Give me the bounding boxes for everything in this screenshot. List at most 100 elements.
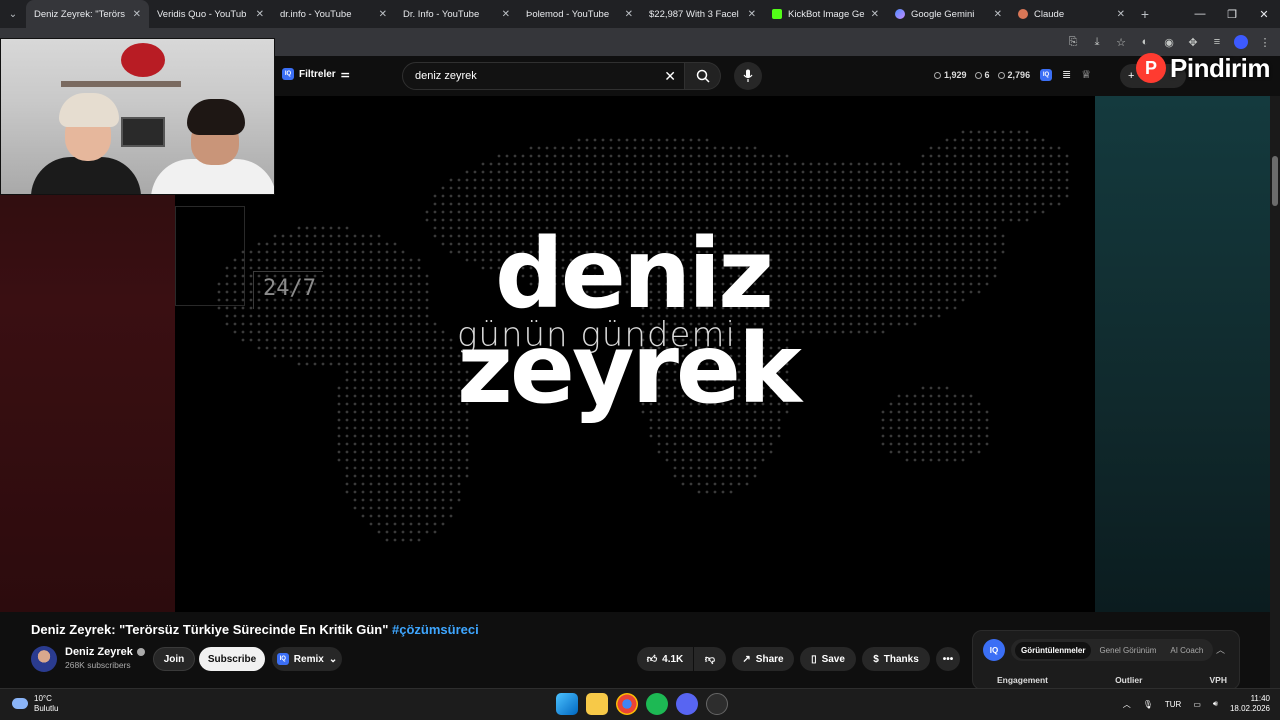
close-icon[interactable]: ✕	[748, 9, 756, 20]
body	[31, 157, 141, 194]
profile-avatar[interactable]	[1234, 35, 1248, 49]
close-icon[interactable]: ✕	[994, 9, 1002, 20]
extension-iq-icon[interactable]: ◉	[1162, 36, 1176, 49]
hashtag-link[interactable]: #çözümsüreci	[392, 622, 479, 637]
panel-columns: Engagement Outlier VPH	[997, 675, 1227, 685]
logo-word-deniz: deniz	[495, 218, 774, 330]
discord-icon[interactable]	[676, 693, 698, 715]
more-actions-button[interactable]: •••	[936, 647, 960, 671]
chevron-up-icon[interactable]: ︿	[1216, 643, 1225, 656]
voice-search-button[interactable]	[734, 62, 762, 90]
eye-icon	[997, 71, 1005, 79]
tab-views[interactable]: Görüntülenmeler	[1015, 641, 1092, 659]
translate-icon[interactable]: ⎘	[1066, 36, 1080, 49]
display-icon[interactable]: ▭	[1193, 700, 1201, 709]
close-icon[interactable]: ✕	[133, 9, 141, 20]
chrome-icon[interactable]	[616, 693, 638, 715]
column-engagement: Engagement	[997, 675, 1049, 685]
start-icon[interactable]	[556, 693, 578, 715]
microphone-icon[interactable]: 🎙︎	[1143, 700, 1153, 709]
windows-taskbar: 10°C Bulutlu ︿ 🎙︎ TUR ▭ 🔊︎ 11:40 18.02.2…	[0, 688, 1280, 720]
streamer-right	[151, 99, 274, 194]
menu-icon[interactable]: ⋮	[1258, 36, 1272, 49]
weather-widget[interactable]: 10°C Bulutlu	[12, 694, 58, 713]
masthead-right: IQ ≣ ♕	[1040, 68, 1091, 81]
tab[interactable]: Dr. Info - YouTube ✕	[395, 0, 518, 28]
hair	[187, 99, 245, 135]
tab[interactable]: $22,987 With 3 Facel ✕	[641, 0, 764, 28]
window-controls: — ❐ ✕	[1184, 0, 1280, 28]
channel-logo: deniz zeyrek günün gündemi	[455, 226, 835, 456]
close-icon[interactable]: ✕	[1117, 9, 1125, 20]
close-icon[interactable]: ✕	[256, 9, 264, 20]
restore-icon[interactable]: ❐	[1216, 0, 1248, 28]
tab-active[interactable]: Deniz Zeyrek: "Terörs ✕	[26, 0, 149, 28]
search-input[interactable]: deniz zeyrek ✕	[402, 62, 685, 90]
search-icon	[696, 69, 710, 83]
channel-name[interactable]: Deniz Zeyrek	[65, 646, 145, 658]
chevron-up-icon[interactable]: ︿	[1123, 699, 1131, 710]
decoration-frame	[175, 206, 245, 306]
install-icon[interactable]: ⤓	[1090, 36, 1104, 49]
channel-avatar[interactable]	[31, 646, 57, 672]
subscriber-count: 268K subscribers	[65, 660, 131, 670]
join-button[interactable]: Join	[153, 647, 195, 671]
volume-icon[interactable]: 🔊︎	[1213, 699, 1218, 709]
tab[interactable]: KickBot Image Gener ✕	[764, 0, 887, 28]
close-icon[interactable]: ✕	[502, 9, 510, 20]
thanks-button[interactable]: $ Thanks	[862, 647, 930, 671]
weather-condition: Bulutlu	[34, 703, 59, 713]
video-player[interactable]: 24/7 deniz zeyrek günün gündemi	[175, 96, 1095, 612]
tab[interactable]: dr.info - YouTube ✕	[272, 0, 395, 28]
tab[interactable]: Claude ✕	[1010, 0, 1133, 28]
extension-icon[interactable]: ◐	[1138, 36, 1152, 48]
iq-icon[interactable]: IQ	[1040, 68, 1052, 81]
list-icon[interactable]: ≣	[1062, 68, 1071, 81]
iq-logo-icon: IQ	[983, 639, 1005, 661]
remix-button[interactable]: IQ Remix ⌄	[272, 647, 342, 671]
close-icon[interactable]: ✕	[871, 9, 879, 20]
tab-search-icon[interactable]: ⌄	[0, 0, 26, 28]
filters-button[interactable]: IQ Filtreler ⚌	[282, 68, 350, 80]
stat-value: 1,929	[944, 70, 967, 80]
close-window-icon[interactable]: ✕	[1248, 0, 1280, 28]
search-button[interactable]	[685, 62, 721, 90]
thanks-label: Thanks	[883, 653, 919, 665]
save-button[interactable]: ▯ Save	[800, 647, 856, 671]
tab-title: Deniz Zeyrek: "Terörs	[34, 8, 126, 20]
clock[interactable]: 11:40 18.02.2026	[1230, 694, 1270, 715]
tab-title: Veridis Quo - YouTub	[157, 8, 247, 20]
tab-overview[interactable]: Genel Görünüm	[1093, 642, 1162, 659]
save-label: Save	[821, 653, 845, 665]
language-indicator[interactable]: TUR	[1165, 700, 1181, 709]
minimize-icon[interactable]: —	[1184, 0, 1216, 28]
tab[interactable]: Þolemod - YouTube ✕	[518, 0, 641, 28]
obs-icon[interactable]	[706, 693, 728, 715]
analytics-panel: IQ Görüntülenmeler Genel Görünüm AI Coac…	[972, 630, 1240, 690]
close-icon[interactable]: ✕	[625, 9, 633, 20]
tab[interactable]: Google Gemini ✕	[887, 0, 1010, 28]
date: 18.02.2026	[1229, 704, 1270, 714]
subscribe-button[interactable]: Subscribe	[199, 647, 265, 671]
tab-title: $22,987 With 3 Facel	[649, 8, 739, 20]
page-scrollbar[interactable]	[1270, 96, 1280, 688]
reading-list-icon[interactable]: ≡	[1210, 36, 1224, 48]
taskbar-apps	[556, 693, 728, 715]
dislike-button[interactable]: 👎︎	[694, 647, 726, 671]
clear-icon[interactable]: ✕	[664, 68, 676, 85]
dollar-icon: $	[873, 653, 879, 665]
kick-icon	[772, 9, 782, 19]
tab-ai-coach[interactable]: AI Coach	[1164, 642, 1209, 659]
file-explorer-icon[interactable]	[586, 693, 608, 715]
like-button[interactable]: 👍︎ 4.1K	[637, 647, 693, 671]
spotify-icon[interactable]	[646, 693, 668, 715]
close-icon[interactable]: ✕	[379, 9, 387, 20]
tab[interactable]: Veridis Quo - YouTub ✕	[149, 0, 272, 28]
bookmark-star-icon[interactable]: ☆	[1114, 36, 1128, 49]
trophy-icon[interactable]: ♕	[1081, 68, 1091, 81]
red-lamp	[121, 43, 165, 77]
new-tab-button[interactable]: +	[1133, 6, 1157, 22]
scrollbar-thumb[interactable]	[1272, 156, 1278, 206]
puzzle-icon[interactable]: ✥	[1186, 36, 1200, 49]
share-button[interactable]: ↗ Share	[732, 647, 794, 671]
